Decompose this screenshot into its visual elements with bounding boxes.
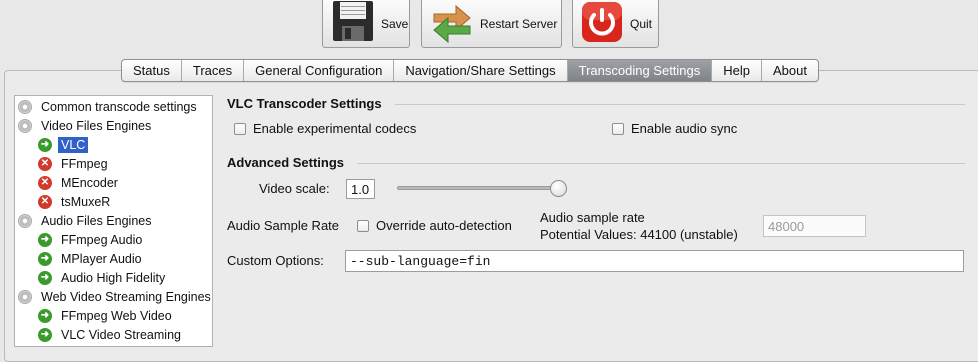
tab-status[interactable]: Status [122,60,182,81]
tree-item-audio-high-fidelity[interactable]: ➜ Audio High Fidelity [38,268,168,287]
enabled-arrow-icon: ➜ [38,308,52,323]
custom-options-label: Custom Options: [227,253,324,268]
tree-item-label: Common transcode settings [41,99,197,114]
video-scale-input[interactable] [346,179,375,199]
tab-navigation-share-settings[interactable]: Navigation/Share Settings [394,60,568,81]
tree-item-video-files-engines[interactable]: Video Files Engines [18,116,154,135]
advanced-section-divider [357,163,965,164]
disabled-x-icon: ✕ [38,175,52,190]
experimental-codecs-label: Enable experimental codecs [253,121,417,136]
toolbar: Save Restart Server Quit [0,0,978,52]
tab-transcoding-settings[interactable]: Transcoding Settings [567,60,713,81]
restart-server-button[interactable]: Restart Server [421,0,562,48]
tree-item-label: FFmpeg Audio [61,232,143,247]
gear-icon [18,213,32,228]
audio-sample-rate-label: Audio Sample Rate [227,218,340,233]
sample-rate-input[interactable] [763,215,866,237]
restart-arrows-icon [433,4,471,44]
gear-icon [18,99,32,114]
tab-traces[interactable]: Traces [182,60,245,81]
tree-item-label: Video Files Engines [41,118,152,133]
tree-item-label: MPlayer Audio [61,251,142,266]
gear-icon [18,289,32,304]
enabled-arrow-icon: ➜ [38,232,52,247]
enabled-arrow-icon: ➜ [38,137,52,152]
vlc-section-title: VLC Transcoder Settings [227,96,382,111]
tree-item-label: MEncoder [61,175,118,190]
tab-about[interactable]: About [762,60,818,81]
audio-sync-checkbox[interactable]: Enable audio sync [612,121,737,136]
tree-item-label: tsMuxeR [61,194,111,209]
tree-item-label: Audio High Fidelity [61,270,166,285]
tree-item-vlc-video-streaming[interactable]: ➜ VLC Video Streaming [38,325,184,344]
disabled-x-icon: ✕ [38,194,52,209]
tree-item-web-video-streaming-engines[interactable]: Web Video Streaming Engines [18,287,212,306]
power-icon [582,2,622,42]
tree-item-mencoder[interactable]: ✕ MEncoder [38,173,121,192]
checkbox-box[interactable] [234,122,246,135]
gear-icon [18,118,32,133]
tree-item-label: VLC [58,136,89,153]
tree-item-common-transcode-settings[interactable]: Common transcode settings [18,97,200,116]
tree-item-mplayer-audio[interactable]: ➜ MPlayer Audio [38,249,145,268]
enabled-arrow-icon: ➜ [38,327,52,342]
experimental-codecs-checkbox[interactable]: Enable experimental codecs [234,121,416,136]
tab-general-configuration[interactable]: General Configuration [244,60,395,81]
tree-item-label: FFmpeg Web Video [61,308,172,323]
quit-button[interactable]: Quit [572,0,659,48]
restart-server-label: Restart Server [480,17,558,31]
video-scale-slider-track[interactable] [397,186,560,190]
tab-help[interactable]: Help [712,60,763,81]
tree-item-audio-files-engines[interactable]: Audio Files Engines [18,211,154,230]
tree-item-ffmpeg-web-video[interactable]: ➜ FFmpeg Web Video [38,306,175,325]
tab-bar: Status Traces General Configuration Navi… [121,59,819,82]
tree-item-vlc[interactable]: ➜ VLC [38,135,89,154]
custom-options-input[interactable] [345,250,964,272]
potential-values-text: Potential Values: 44100 (unstable) [540,227,738,242]
sample-rate-caption: Audio sample rate [540,210,645,225]
video-scale-label: Video scale: [259,181,330,196]
tree-item-tsmuxer[interactable]: ✕ tsMuxeR [38,192,113,211]
tree-item-ffmpeg[interactable]: ✕ FFmpeg [38,154,111,173]
vlc-section-divider [395,104,965,105]
save-label: Save [381,17,409,31]
engine-tree[interactable]: Common transcode settings Video Files En… [14,95,213,347]
tree-item-label: FFmpeg [61,156,108,171]
tree-item-label: Web Video Streaming Engines [41,289,211,304]
video-scale-slider-thumb[interactable] [550,180,567,197]
tree-item-label: Audio Files Engines [41,213,152,228]
enabled-arrow-icon: ➜ [38,251,52,266]
override-auto-detection-checkbox[interactable]: Override auto-detection [357,218,512,233]
disabled-x-icon: ✕ [38,156,52,171]
checkbox-box[interactable] [612,122,624,135]
quit-label: Quit [630,17,653,31]
enabled-arrow-icon: ➜ [38,270,52,285]
tree-item-label: VLC Video Streaming [61,327,181,342]
tree-item-ffmpeg-audio[interactable]: ➜ FFmpeg Audio [38,230,145,249]
save-button[interactable]: Save [322,0,410,48]
floppy-disk-icon [333,1,373,41]
advanced-section-title: Advanced Settings [227,155,345,170]
override-auto-detection-label: Override auto-detection [376,218,512,233]
audio-sync-label: Enable audio sync [631,121,738,136]
checkbox-box[interactable] [357,219,369,232]
